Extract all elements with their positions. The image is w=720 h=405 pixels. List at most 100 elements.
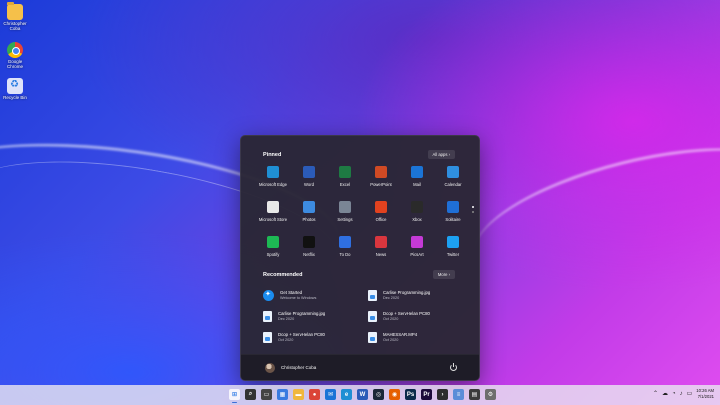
word-icon [303, 166, 315, 178]
pinned-app-label: Mail [413, 182, 421, 187]
notepad-icon[interactable]: ≡ [453, 389, 464, 400]
pinned-app-label: Photos [302, 217, 316, 222]
chevron-up-icon[interactable]: ⌃ [653, 390, 658, 397]
more-button[interactable]: More › [432, 270, 455, 279]
pinned-app-solitaire[interactable]: Solitaire [435, 201, 471, 222]
folder-icon [7, 2, 23, 20]
battery-icon[interactable]: ▭ [687, 390, 693, 397]
pinned-app-label: Spotify [266, 252, 280, 257]
network-icon[interactable]: ◔ [672, 391, 676, 397]
calculator-icon[interactable]: ▤ [469, 389, 480, 400]
recommended-item-name: Dcop + ServHelan PC80 [383, 311, 430, 316]
chrome-icon[interactable]: ● [309, 389, 320, 400]
pinned-app-mail[interactable]: Mail [399, 166, 435, 187]
pinned-app-label: PicsArt [410, 252, 424, 257]
pinned-app-excel[interactable]: Excel [327, 166, 363, 187]
user-name: Christopher Coba [281, 365, 317, 370]
pinned-title: Pinned [263, 151, 282, 158]
clock-time: 10:26 AM [696, 388, 714, 393]
pinned-app-settings[interactable]: Settings [327, 201, 363, 222]
pinned-app-xbox[interactable]: Xbox [399, 201, 435, 222]
recommended-item-date: Dec 2020 [383, 296, 400, 300]
get-started-icon [263, 289, 274, 301]
pinned-app-label: Solitaire [445, 217, 461, 222]
mail-icon[interactable]: ✉ [325, 389, 336, 400]
document-file-icon [368, 310, 377, 322]
cloud-icon[interactable]: ☁ [662, 390, 668, 397]
solitaire-icon [447, 201, 459, 213]
recommended-item-text: Carlise Programming.jpg Dec 2020 [278, 311, 325, 321]
recommended-item-date: Welcome to Windows [280, 296, 317, 300]
pinned-app-netflix[interactable]: Netflix [291, 236, 327, 257]
start-footer: Christopher Coba [241, 354, 479, 380]
pinned-app-store[interactable]: Microsoft Store [255, 201, 291, 222]
desktop-icon-label: Christopher Coba [3, 21, 27, 31]
picsart-icon [411, 236, 423, 248]
taskbar: ⊞ ⌕ ▭ ▦ ▬ ● ✉ e W ◎ ◉ Ps Pr › ≡ ▤ ⚙ ⌃ ☁ ◔ ♪ ▭ 10:26 AM 7… [0, 385, 720, 405]
pinned-app-twitter[interactable]: Twitter [435, 236, 471, 257]
avatar [265, 362, 275, 373]
photoshop-icon[interactable]: Ps [405, 389, 416, 400]
all-apps-button[interactable]: All apps › [427, 150, 455, 159]
pinned-app-label: Word [304, 182, 314, 187]
recommended-header: Recommended More › [263, 269, 455, 280]
desktop-icon-recycle-bin[interactable]: Recycle Bin [2, 78, 28, 100]
user-account-button[interactable]: Christopher Coba [265, 362, 317, 373]
page-dot-active [472, 206, 474, 208]
pinned-app-calendar[interactable]: Calendar [435, 166, 471, 187]
edge-icon[interactable]: e [341, 389, 352, 400]
widgets-icon[interactable]: ▦ [277, 389, 288, 400]
pinned-app-label: Excel [339, 182, 351, 187]
pinned-app-label: Microsoft Edge [259, 182, 287, 187]
recommended-item-date: Oct 2020 [383, 338, 399, 342]
desktop-icon-folder[interactable]: Christopher Coba [2, 2, 28, 31]
news-icon [375, 236, 387, 248]
recommended-item-date: Oct 2020 [383, 317, 399, 321]
pinned-app-photos[interactable]: Photos [291, 201, 327, 222]
image-file-icon [263, 310, 272, 322]
firefox-icon[interactable]: ◉ [389, 389, 400, 400]
recommended-item[interactable]: Dcop + ServHelan PC80 Oct 2020 [263, 330, 358, 344]
file-explorer-icon[interactable]: ▬ [293, 389, 304, 400]
pinned-app-label: To Do [339, 252, 351, 257]
video-file-icon [368, 331, 377, 343]
desktop-icon-label: Recycle Bin [3, 95, 27, 100]
search-icon[interactable]: ⌕ [245, 389, 256, 400]
pinned-app-todo[interactable]: To Do [327, 236, 363, 257]
steam-icon[interactable]: ◎ [373, 389, 384, 400]
wallpaper-wave [461, 121, 720, 309]
recommended-item[interactable]: Get StartedWelcome to Windows [263, 288, 358, 302]
terminal-icon[interactable]: › [437, 389, 448, 400]
clock-date: 7/1/2021 [697, 393, 714, 399]
page-indicator[interactable] [472, 206, 474, 216]
pinned-app-edge[interactable]: Microsoft Edge [255, 166, 291, 187]
pinned-app-powerpoint[interactable]: PowerPoint [363, 166, 399, 187]
recommended-item-name: MAHESSAR.MP4 [383, 332, 418, 337]
pinned-app-picsart[interactable]: PicsArt [399, 236, 435, 257]
pinned-app-office[interactable]: Office [363, 201, 399, 222]
desktop-icon-chrome[interactable]: Google Chrome [2, 42, 28, 69]
recommended-item[interactable]: Dcop + ServHelan PC80 Oct 2020 [368, 309, 463, 323]
clock[interactable]: 10:26 AM 7/1/2021 [696, 388, 714, 399]
windows-start-icon[interactable]: ⊞ [229, 389, 240, 403]
settings-icon[interactable]: ⚙ [485, 389, 496, 400]
recommended-list: Get StartedWelcome to Windows Carlise Pro… [263, 288, 463, 344]
photos-icon [303, 201, 315, 213]
premiere-icon[interactable]: Pr [421, 389, 432, 400]
pinned-app-news[interactable]: News [363, 236, 399, 257]
word-icon[interactable]: W [357, 389, 368, 400]
power-icon[interactable] [450, 363, 457, 371]
pinned-app-label: Office [375, 217, 387, 222]
volume-icon[interactable]: ♪ [680, 391, 683, 397]
recommended-item[interactable]: MAHESSAR.MP4 Oct 2020 [368, 330, 463, 344]
pinned-app-spotify[interactable]: Spotify [255, 236, 291, 257]
page-dot [472, 211, 474, 213]
pinned-app-word[interactable]: Word [291, 166, 327, 187]
task-view-icon[interactable]: ▭ [261, 389, 272, 400]
recommended-item[interactable]: Carlise Programming.jpg Dec 2020 [368, 288, 463, 302]
recommended-title: Recommended [263, 271, 303, 278]
recommended-item[interactable]: Carlise Programming.jpg Dec 2020 [263, 309, 358, 323]
recommended-item-date: Oct 2020 [278, 338, 294, 342]
taskbar-apps: ⊞ ⌕ ▭ ▦ ▬ ● ✉ e W ◎ ◉ Ps Pr › ≡ ▤ ⚙ [229, 389, 496, 403]
xbox-icon [411, 201, 423, 213]
